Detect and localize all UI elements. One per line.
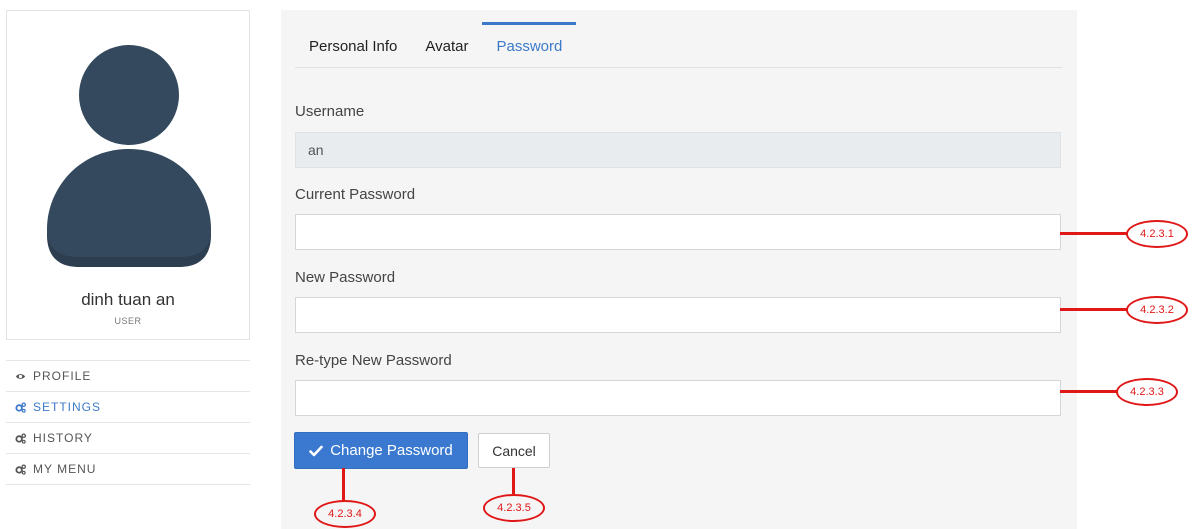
settings-panel: Personal Info Avatar Password Username C… (281, 10, 1077, 529)
gears-icon (15, 401, 26, 413)
annotation-leader (1060, 308, 1128, 311)
sidebar-item-label: HISTORY (33, 431, 93, 445)
avatar (47, 45, 211, 267)
tab-personal-info[interactable]: Personal Info (295, 22, 411, 67)
sidebar-item-label: MY MENU (33, 462, 97, 476)
username-label: Username (295, 103, 365, 120)
side-nav: PROFILE SETTINGS HISTORY MY MENU (6, 360, 250, 485)
cancel-button[interactable]: Cancel (478, 433, 550, 468)
current-password-label: Current Password (295, 186, 416, 203)
gears-icon (15, 463, 26, 475)
sidebar-item-history[interactable]: HISTORY (6, 422, 250, 453)
sidebar-item-label: SETTINGS (33, 400, 102, 414)
username-field[interactable] (295, 132, 1061, 168)
annotation-leader (1060, 390, 1118, 393)
tab-bar: Personal Info Avatar Password (295, 22, 1062, 68)
check-icon (309, 445, 324, 456)
eye-icon (15, 371, 26, 382)
tab-avatar[interactable]: Avatar (411, 22, 482, 67)
new-password-field[interactable] (295, 297, 1061, 333)
annotation-callout: 4.2.3.4 (314, 500, 376, 528)
annotation-callout: 4.2.3.2 (1126, 296, 1188, 324)
retype-password-field[interactable] (295, 380, 1061, 416)
annotation-leader (342, 468, 345, 502)
sidebar-item-label: PROFILE (33, 369, 92, 383)
sidebar-item-my-menu[interactable]: MY MENU (6, 453, 250, 485)
retype-password-label: Re-type New Password (295, 352, 452, 369)
change-password-button[interactable]: Change Password (294, 432, 468, 469)
profile-name: dinh tuan an (81, 290, 175, 309)
new-password-label: New Password (295, 269, 396, 286)
gears-icon (15, 432, 26, 444)
annotation-leader (1060, 232, 1128, 235)
annotation-callout: 4.2.3.1 (1126, 220, 1188, 248)
change-password-label: Change Password (330, 442, 453, 459)
annotation-callout: 4.2.3.3 (1116, 378, 1178, 406)
annotation-callout: 4.2.3.5 (483, 494, 545, 522)
current-password-field[interactable] (295, 214, 1061, 250)
sidebar-item-profile[interactable]: PROFILE (6, 360, 250, 391)
annotation-leader (512, 468, 515, 494)
tab-password[interactable]: Password (482, 22, 577, 67)
profile-role: USER (114, 316, 142, 326)
sidebar-item-settings[interactable]: SETTINGS (6, 391, 250, 422)
profile-card: dinh tuan an USER (6, 10, 250, 340)
